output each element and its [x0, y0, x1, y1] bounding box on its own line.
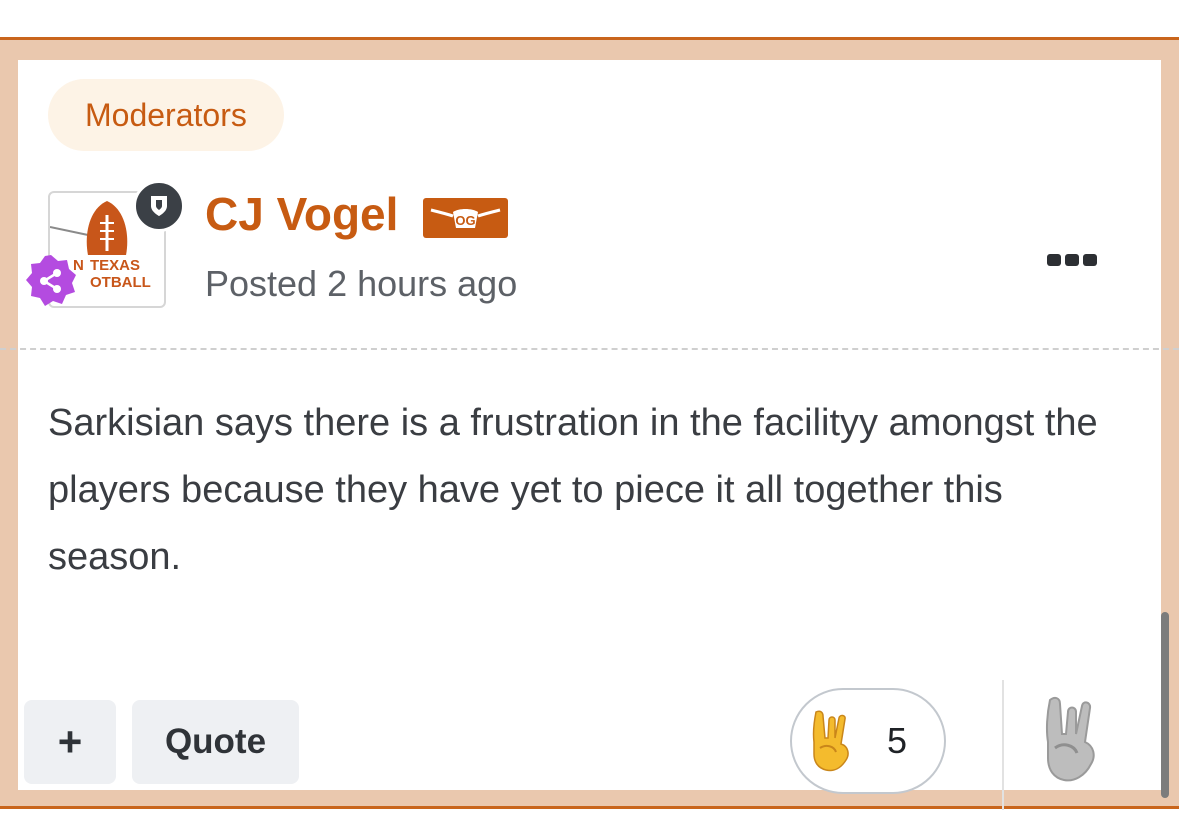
header-divider [0, 348, 1179, 350]
author-name[interactable]: CJ Vogel [205, 184, 398, 244]
avatar-text-1b: TEXAS [90, 257, 140, 274]
og-badge-text: OG [455, 213, 475, 228]
post-frame: Moderators N TEXAS OTBALL CJ Vogel OG Po… [0, 37, 1179, 810]
rock-on-hand-outline-icon [1045, 696, 1095, 782]
avatar-text-2: OTBALL [90, 274, 151, 291]
reaction-count: 5 [887, 720, 908, 761]
post-body: Sarkisian says there is a frustration in… [48, 402, 1098, 578]
post-timestamp[interactable]: Posted 2 hours ago [205, 260, 517, 308]
reaction-separator [1002, 680, 1004, 810]
moderator-shield-icon [133, 180, 185, 232]
quote-button[interactable]: Quote [132, 700, 299, 784]
share-badge-icon [24, 254, 78, 308]
add-reaction-button[interactable] [1036, 690, 1116, 790]
group-badge[interactable]: Moderators [48, 79, 284, 151]
more-options-icon[interactable] [1047, 254, 1097, 266]
og-rank-badge: OG [423, 198, 508, 238]
add-button[interactable]: + [24, 700, 116, 784]
rock-on-hand-icon [812, 710, 849, 772]
reaction-summary[interactable]: 5 [790, 688, 946, 794]
post-card: Moderators N TEXAS OTBALL CJ Vogel OG Po… [0, 60, 1179, 810]
scrollbar[interactable] [1161, 612, 1169, 798]
